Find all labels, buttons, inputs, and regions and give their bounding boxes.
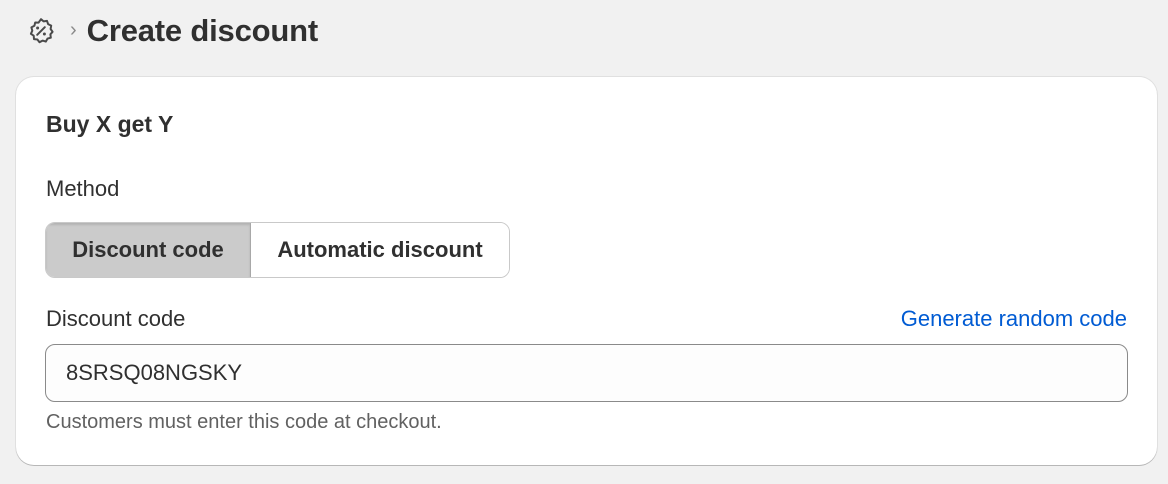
discount-code-label: Discount code [46, 306, 186, 331]
automatic-discount-option[interactable]: Automatic discount [251, 223, 509, 277]
discount-code-option[interactable]: Discount code [46, 223, 251, 277]
discount-badge-icon[interactable] [25, 15, 57, 47]
method-segmented-control: Discount code Automatic discount [45, 222, 510, 278]
breadcrumb: › Create discount [25, 12, 318, 50]
chevron-right-icon: › [70, 19, 77, 41]
discount-code-help-text: Customers must enter this code at checko… [46, 411, 442, 433]
method-label: Method [46, 176, 120, 201]
card-title: Buy X get Y [46, 111, 174, 137]
discount-code-input[interactable] [45, 344, 1128, 402]
generate-random-code-link[interactable]: Generate random code [901, 306, 1127, 332]
discount-method-card: Buy X get Y Method Discount code Automat… [16, 77, 1157, 465]
page-title: Create discount [86, 13, 318, 48]
